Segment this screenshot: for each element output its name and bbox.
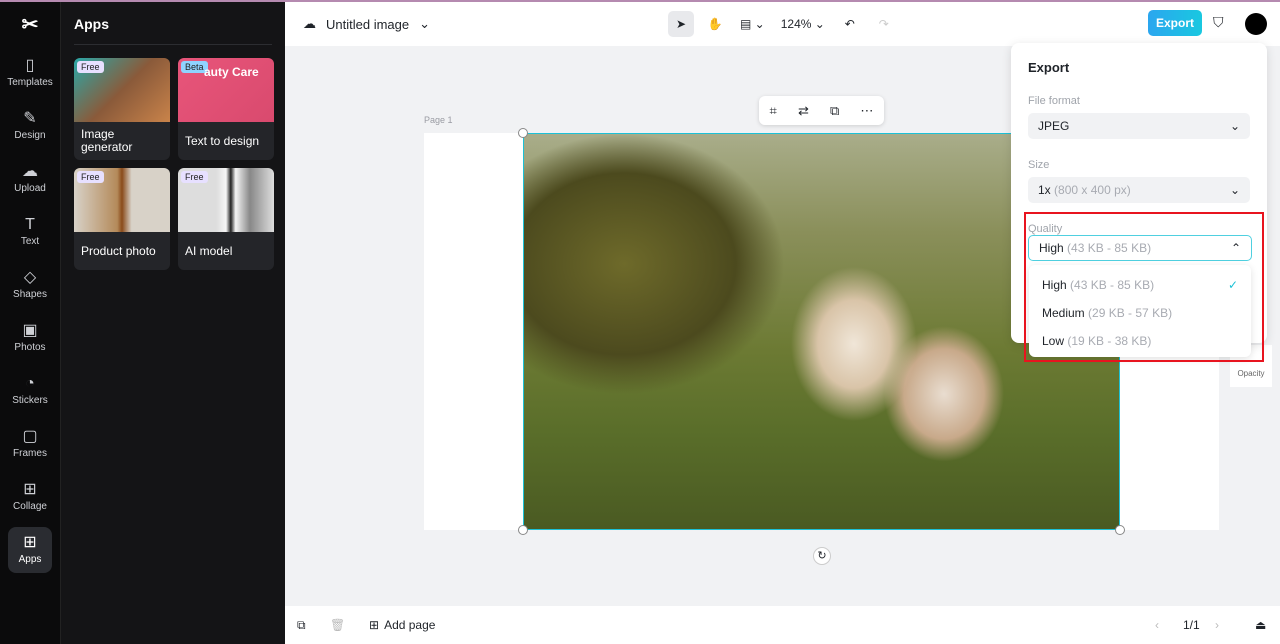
undo-icon[interactable]: ↶ — [837, 11, 863, 37]
panel-title: Apps — [74, 16, 109, 32]
chevron-down-icon[interactable]: ⌄ — [419, 16, 430, 32]
app-card-ai-model[interactable]: Free AI model — [178, 168, 274, 270]
zoom-value: 124% — [780, 17, 812, 31]
rail-design[interactable]: ✎ Design — [0, 99, 60, 152]
app-card-text-to-design[interactable]: Beta auty Care Text to design — [178, 58, 274, 160]
page-counter: 1/1 — [1183, 618, 1200, 632]
add-page-label: Add page — [384, 618, 436, 632]
zoom-select[interactable]: 124% ⌄ — [777, 11, 829, 37]
size-select[interactable]: 1x (800 x 400 px) ⌄ — [1028, 177, 1250, 203]
file-format-value: JPEG — [1038, 119, 1070, 133]
rail-stickers[interactable]: ◔ Stickers — [0, 364, 60, 417]
rotate-icon[interactable]: ↻ — [813, 547, 831, 565]
page-label: Page 1 — [424, 115, 453, 125]
rail-text[interactable]: T Text — [0, 205, 60, 258]
collapse-icon[interactable]: ⏏ — [1255, 618, 1266, 632]
app-card-image-generator[interactable]: Free Image generator — [74, 58, 170, 160]
rail-label: Text — [20, 235, 40, 247]
rail-label: Apps — [18, 554, 42, 565]
stickers-icon: ◔ — [25, 374, 35, 392]
templates-icon: ▯ — [25, 56, 35, 74]
frames-icon: ▢ — [22, 427, 38, 445]
chevron-down-icon: ⌄ — [1229, 183, 1240, 197]
size-detail: (800 x 400 px) — [1054, 183, 1131, 197]
layout-icon[interactable]: ▤ ⌄ — [736, 11, 769, 37]
resize-handle[interactable] — [518, 128, 528, 138]
rail-label: Templates — [7, 76, 53, 88]
rail-label: Upload — [14, 182, 46, 194]
free-badge: Free — [77, 171, 104, 183]
rail-photos[interactable]: ▣ Photos — [0, 311, 60, 364]
rail-label: Photos — [14, 341, 46, 353]
rail-upload[interactable]: ☁ Upload — [0, 152, 60, 205]
rail-templates[interactable]: ▯ Templates — [0, 46, 60, 99]
prev-page-icon[interactable]: ‹ — [1155, 618, 1159, 632]
shapes-icon: ◇ — [23, 268, 37, 286]
duplicate-icon[interactable]: ⧉ — [830, 103, 839, 119]
hand-tool-icon[interactable]: ✋ — [702, 11, 728, 37]
rail-label: Frames — [13, 447, 47, 459]
resize-handle[interactable] — [518, 525, 528, 535]
document-title[interactable]: Untitled image — [326, 17, 409, 32]
highlight-box — [1024, 212, 1264, 362]
shield-icon[interactable]: ⛉ — [1213, 14, 1224, 31]
photos-icon: ▣ — [22, 321, 38, 339]
free-badge: Free — [181, 171, 208, 183]
avatar[interactable] — [1245, 13, 1267, 35]
upload-icon: ☁ — [22, 162, 38, 180]
size-label: Size — [1028, 159, 1050, 171]
file-format-label: File format — [1028, 95, 1080, 107]
rail-apps[interactable]: ⊞ Apps — [8, 527, 52, 573]
bottom-bar: ⧉ 🗑 ⊞ Add page ‹ 1/1 › ⏏ — [285, 606, 1280, 644]
card-image-text: auty Care — [204, 65, 259, 79]
resize-handle[interactable] — [1115, 525, 1125, 535]
rail-frames[interactable]: ▢ Frames — [0, 417, 60, 470]
export-title: Export — [1028, 60, 1070, 75]
add-page-icon: ⊞ — [369, 618, 380, 632]
next-page-icon[interactable]: › — [1215, 618, 1219, 632]
apps-panel: Apps Free Image generator Beta auty Care Te… — [60, 2, 285, 644]
card-label: Text to design — [185, 133, 260, 148]
capcut-logo-icon[interactable]: ✂ — [0, 2, 60, 46]
card-label: Image generator — [81, 127, 133, 154]
replace-icon[interactable]: ⇄ — [798, 103, 809, 119]
rail-label: Stickers — [12, 394, 48, 406]
export-button[interactable]: Export — [1148, 10, 1202, 36]
card-label: Product photo — [81, 243, 156, 258]
design-icon: ✎ — [23, 109, 37, 127]
apps-icon: ⊞ — [23, 534, 37, 551]
app-card-product-photo[interactable]: Free Product photo — [74, 168, 170, 270]
file-format-select[interactable]: JPEG ⌄ — [1028, 113, 1250, 139]
crop-icon[interactable]: ⌗ — [770, 103, 777, 119]
top-bar: ☁ Untitled image ⌄ ➤ ✋ ▤ ⌄ 124% ⌄ ↶ ↷ Expo… — [285, 2, 1280, 46]
more-icon[interactable]: ⋯ — [860, 103, 873, 119]
collage-icon: ⊞ — [23, 480, 37, 498]
select-tool-icon[interactable]: ➤ — [668, 11, 694, 37]
redo-icon[interactable]: ↷ — [871, 11, 897, 37]
layers-icon[interactable]: ⧉ — [297, 618, 306, 633]
size-value: 1x — [1038, 183, 1051, 197]
cloud-icon[interactable]: ☁ — [303, 16, 316, 32]
context-toolbar: ⌗ ⇄ ⧉ ⋯ — [759, 96, 884, 125]
chevron-down-icon: ⌄ — [1229, 119, 1240, 133]
rail-collage[interactable]: ⊞ Collage — [0, 470, 60, 523]
rail-label: Design — [14, 129, 46, 141]
rail-shapes[interactable]: ◇ Shapes — [0, 258, 60, 311]
free-badge: Free — [77, 61, 104, 73]
rail-label: Collage — [13, 500, 47, 512]
rail-label: Shapes — [13, 288, 47, 300]
trash-icon[interactable]: 🗑 — [330, 618, 345, 632]
text-icon: T — [25, 215, 35, 233]
add-page-button[interactable]: ⊞ Add page — [369, 618, 435, 632]
card-label: AI model — [185, 243, 233, 258]
left-rail: ✂ ▯ Templates ✎ Design ☁ Upload T Text ◇ Shap… — [0, 2, 60, 644]
